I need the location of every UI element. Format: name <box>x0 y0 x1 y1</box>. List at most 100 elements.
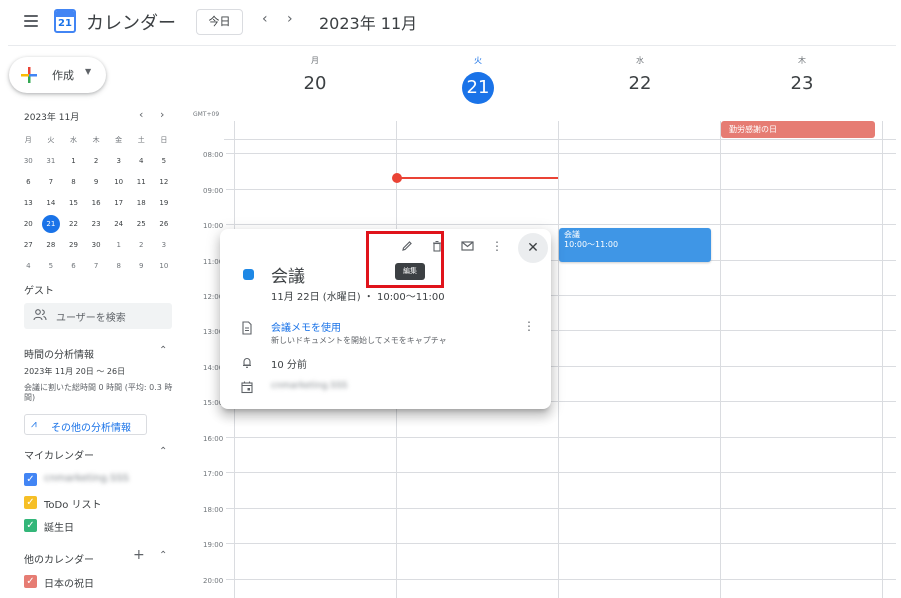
mini-day[interactable]: 2 <box>130 235 153 256</box>
mini-day[interactable]: 1 <box>62 151 85 172</box>
day-number-today[interactable]: 21 <box>397 72 559 104</box>
email-icon[interactable] <box>458 237 476 255</box>
create-button[interactable]: 作成 ▼ <box>9 57 106 93</box>
mini-day[interactable]: 27 <box>17 235 40 256</box>
event-block-meeting[interactable]: 会議 10:00～11:00 <box>559 228 711 262</box>
mini-day[interactable]: 29 <box>62 235 85 256</box>
mini-day[interactable]: 8 <box>62 172 85 193</box>
day-header-thu[interactable]: 木 23 <box>721 55 883 96</box>
mini-day[interactable]: 23 <box>85 214 108 235</box>
mini-day[interactable]: 28 <box>40 235 63 256</box>
mini-day-selected[interactable]: 21 <box>40 214 63 235</box>
mini-day[interactable]: 13 <box>17 193 40 214</box>
calendar-item-label: 誕生日 <box>44 523 74 534</box>
other-calendars-collapse-icon[interactable]: ⌃ <box>159 550 167 561</box>
time-label: 08:00 <box>203 151 224 159</box>
day-number[interactable]: 23 <box>721 72 883 96</box>
mini-day[interactable]: 18 <box>130 193 153 214</box>
calendar-item-holidays[interactable]: ✓ 日本の祝日 <box>24 575 174 590</box>
next-period-button[interactable]: › <box>287 11 293 27</box>
mini-day[interactable]: 30 <box>17 151 40 172</box>
insights-collapse-icon[interactable]: ⌃ <box>159 345 167 356</box>
event-time: 10:00～11:00 <box>564 240 619 249</box>
calendar-item-birthdays[interactable]: ✓ 誕生日 <box>24 519 174 534</box>
mini-day[interactable]: 20 <box>17 214 40 235</box>
selected-day-number: 21 <box>41 215 60 233</box>
more-insights-button[interactable]: ⩘ その他の分析情報 <box>24 414 147 435</box>
mini-day[interactable]: 7 <box>40 172 63 193</box>
mini-day[interactable]: 5 <box>40 256 63 277</box>
mini-week-row: 20 21 22 23 24 25 26 <box>17 214 177 235</box>
mini-prev-month-button[interactable]: ‹ <box>139 108 143 121</box>
checkbox-checked-icon[interactable]: ✓ <box>24 496 37 509</box>
mini-day[interactable]: 30 <box>85 235 108 256</box>
meeting-notes-description: 新しいドキュメントを開始してメモをキャプチャ <box>271 336 447 345</box>
mini-day[interactable]: 10 <box>153 256 176 277</box>
more-vert-icon[interactable]: ⋮ <box>488 237 506 255</box>
mini-day[interactable]: 17 <box>107 193 130 214</box>
hour-line <box>226 189 896 190</box>
today-button[interactable]: 今日 <box>196 9 243 35</box>
mini-day[interactable]: 22 <box>62 214 85 235</box>
day-number[interactable]: 22 <box>559 72 721 96</box>
holiday-event[interactable]: 勤労感謝の日 <box>721 121 875 138</box>
day-header-tue[interactable]: 火 21 <box>397 55 559 104</box>
mini-day[interactable]: 9 <box>85 172 108 193</box>
mini-day[interactable]: 25 <box>130 214 153 235</box>
main-menu-icon[interactable] <box>24 15 38 27</box>
mini-day[interactable]: 24 <box>107 214 130 235</box>
previous-period-button[interactable]: ‹ <box>262 11 268 27</box>
mini-next-month-button[interactable]: › <box>160 108 164 121</box>
checkbox-checked-icon[interactable]: ✓ <box>24 473 37 486</box>
day-header-mon[interactable]: 月 20 <box>234 55 396 96</box>
mini-day[interactable]: 6 <box>17 172 40 193</box>
calendar-app: 21 カレンダー 今日 ‹ › 2023年 11月 作成 ▼ 2023年 11月… <box>0 0 901 598</box>
mini-day[interactable]: 4 <box>17 256 40 277</box>
meeting-notes-link[interactable]: 会議メモを使用 <box>271 319 341 334</box>
calendar-item-todo[interactable]: ✓ ToDo リスト <box>24 496 174 511</box>
mini-day[interactable]: 26 <box>153 214 176 235</box>
mini-day[interactable]: 16 <box>85 193 108 214</box>
close-icon[interactable]: ✕ <box>518 233 548 263</box>
mini-day[interactable]: 6 <box>62 256 85 277</box>
my-calendars-collapse-icon[interactable]: ⌃ <box>159 446 167 457</box>
caret-down-icon: ▼ <box>85 67 92 76</box>
guest-search-input[interactable]: ユーザーを検索 <box>24 303 172 329</box>
mini-weekday: 金 <box>115 136 123 144</box>
mini-day[interactable]: 15 <box>62 193 85 214</box>
mini-weekday-row: 月 火 水 木 金 土 日 <box>17 130 177 151</box>
mini-day[interactable]: 2 <box>85 151 108 172</box>
calendar-item-primary[interactable]: ✓ cnmarketing.SSS <box>24 473 174 487</box>
checkbox-checked-icon[interactable]: ✓ <box>24 575 37 588</box>
mini-day[interactable]: 8 <box>107 256 130 277</box>
mini-day[interactable]: 12 <box>153 172 176 193</box>
mini-day[interactable]: 4 <box>130 151 153 172</box>
mini-day[interactable]: 31 <box>40 151 63 172</box>
hour-line <box>226 579 896 580</box>
my-calendars-title: マイカレンダー <box>24 451 94 462</box>
mini-day[interactable]: 5 <box>153 151 176 172</box>
other-calendars-title: 他のカレンダー <box>24 555 94 566</box>
guest-search-placeholder: ユーザーを検索 <box>56 313 126 324</box>
time-label: 17:00 <box>203 470 224 478</box>
mini-weekday: 月 <box>24 136 32 144</box>
mini-day[interactable]: 7 <box>85 256 108 277</box>
hour-line <box>226 153 896 154</box>
people-icon <box>33 309 47 321</box>
mini-day[interactable]: 14 <box>40 193 63 214</box>
mini-day[interactable]: 10 <box>107 172 130 193</box>
grid-vline <box>882 121 883 598</box>
mini-day[interactable]: 3 <box>107 151 130 172</box>
mini-day[interactable]: 11 <box>130 172 153 193</box>
mini-weekday: 水 <box>69 136 77 144</box>
day-header-wed[interactable]: 水 22 <box>559 55 721 96</box>
time-label: 19:00 <box>203 541 224 549</box>
notes-more-icon[interactable]: ⋮ <box>523 319 535 333</box>
mini-day[interactable]: 3 <box>153 235 176 256</box>
mini-day[interactable]: 9 <box>130 256 153 277</box>
day-number[interactable]: 20 <box>234 72 396 96</box>
mini-day[interactable]: 19 <box>153 193 176 214</box>
add-calendar-icon[interactable]: + <box>133 547 145 563</box>
checkbox-checked-icon[interactable]: ✓ <box>24 519 37 532</box>
mini-day[interactable]: 1 <box>107 235 130 256</box>
